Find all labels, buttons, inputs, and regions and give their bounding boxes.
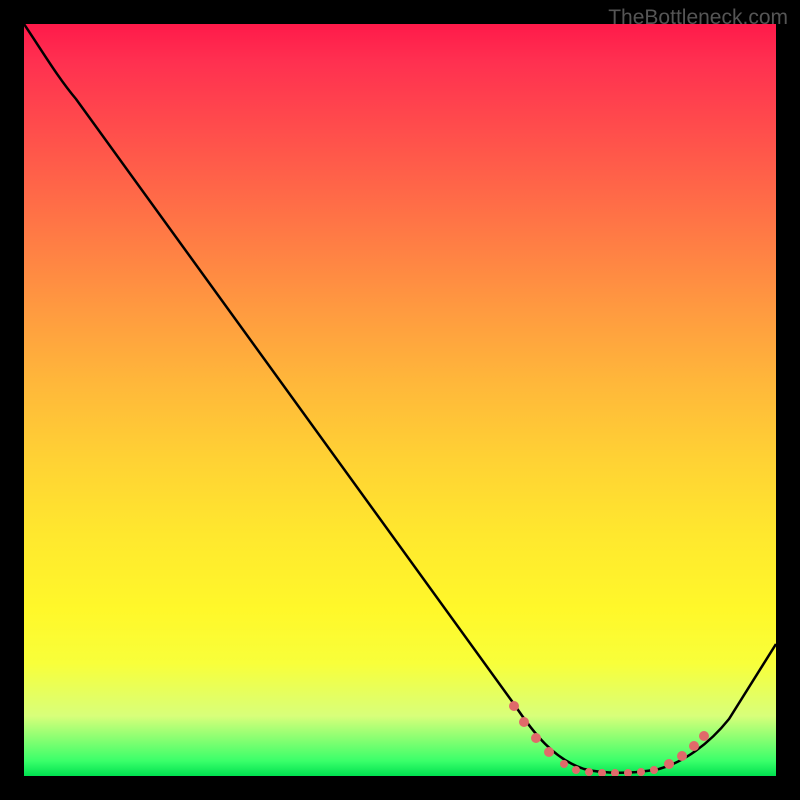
curve-svg bbox=[24, 24, 776, 776]
plot-area bbox=[24, 24, 776, 776]
dotted-segment bbox=[509, 701, 709, 776]
main-curve bbox=[24, 24, 776, 773]
chart-container: TheBottleneck.com bbox=[0, 0, 800, 800]
watermark-text: TheBottleneck.com bbox=[608, 6, 788, 30]
